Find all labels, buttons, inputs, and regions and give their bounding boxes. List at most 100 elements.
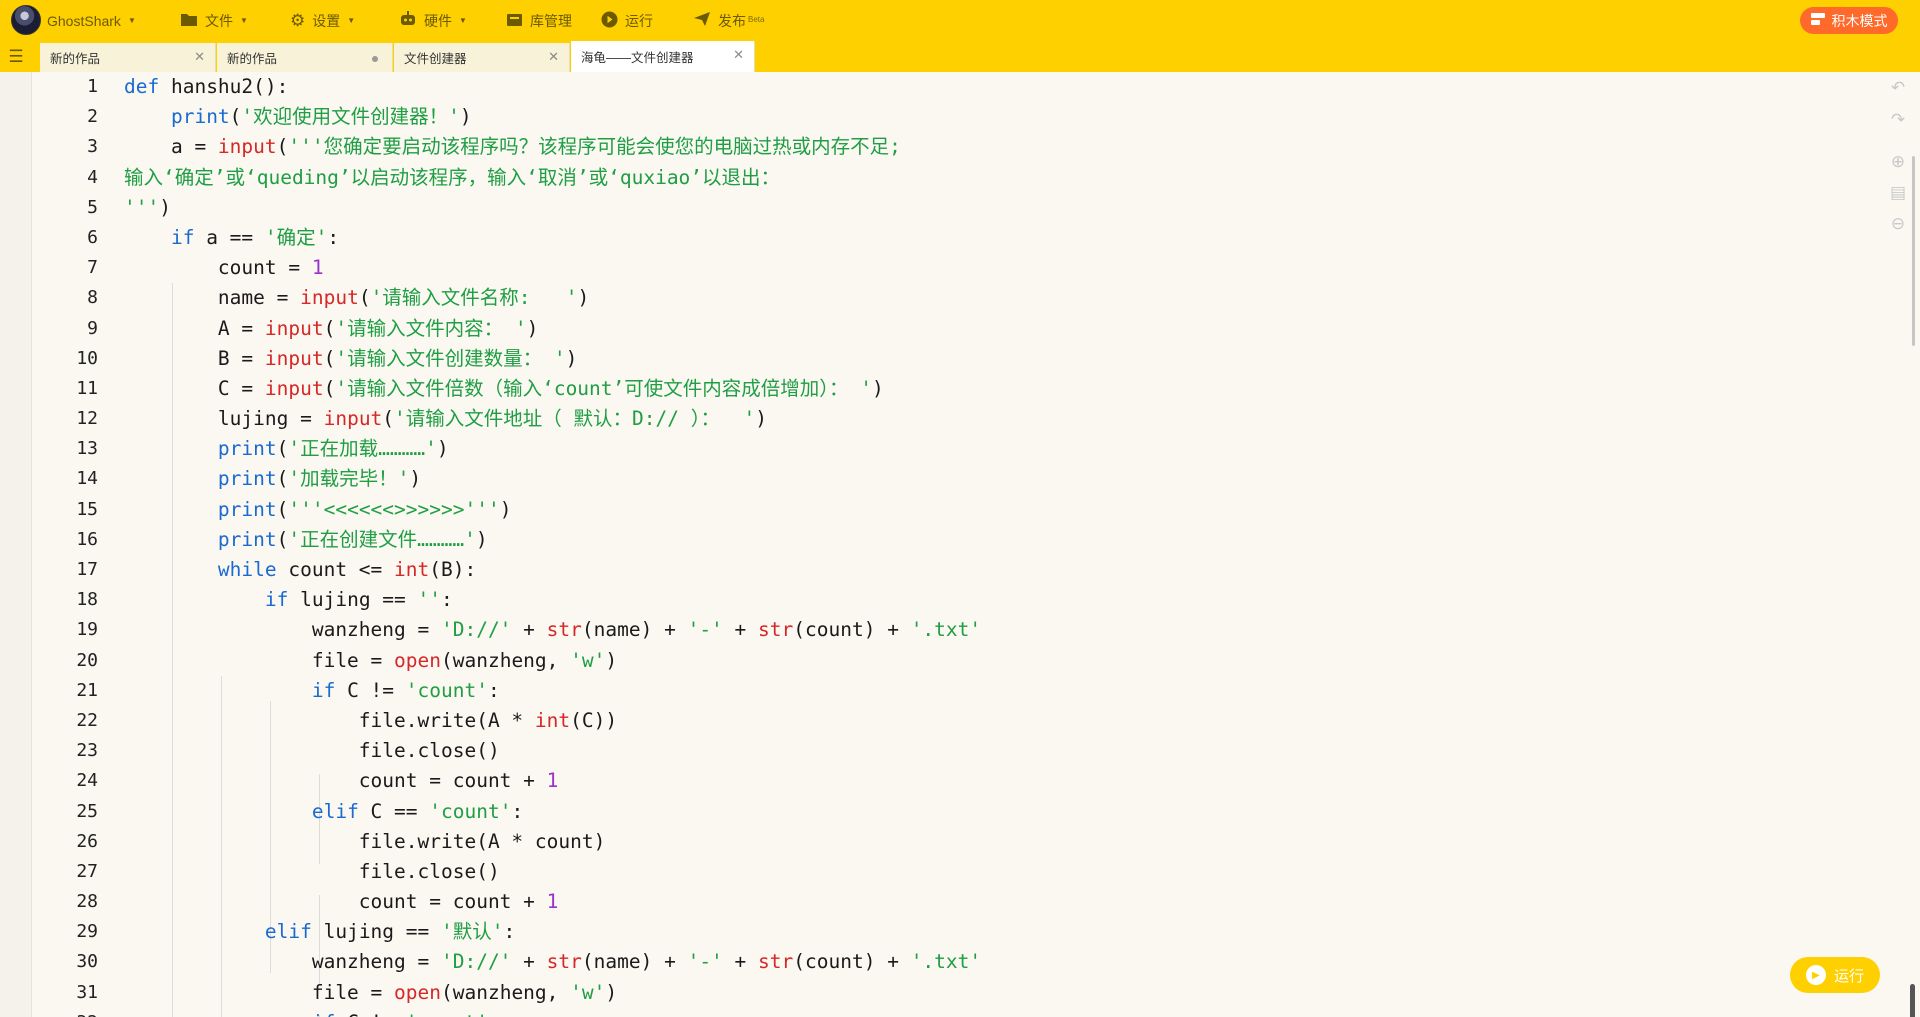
vertical-scrollbar-thumb[interactable]	[1910, 984, 1915, 1017]
unsaved-dot-icon	[372, 56, 378, 62]
line-number: 30	[76, 951, 98, 973]
play-icon	[601, 11, 618, 31]
code-line[interactable]: count = count + 1	[124, 887, 1880, 917]
line-number: 16	[76, 528, 98, 550]
close-icon[interactable]: ✕	[194, 50, 205, 63]
line-number: 12	[76, 408, 98, 430]
close-icon[interactable]: ✕	[548, 50, 559, 63]
top-bar: GhostShark ▼ 文件 ▼ ⚙ 设置 ▼ 硬件 ▼ 库管理 运行 发布 …	[0, 0, 1920, 41]
tab-file-creator[interactable]: 文件创建器 ✕	[394, 43, 570, 72]
line-number: 5	[87, 196, 98, 218]
code-line[interactable]: name = input('请输入文件名称: ')	[124, 283, 1880, 313]
code-line[interactable]: file = open(wanzheng, 'w')	[124, 646, 1880, 676]
app-name: GhostShark	[47, 12, 121, 29]
line-number: 3	[87, 136, 98, 158]
line-number: 8	[87, 287, 98, 309]
code-line[interactable]: print('正在创建文件…………')	[124, 525, 1880, 555]
run-button-label: 运行	[1833, 967, 1864, 985]
menu-lines-icon: ☰	[8, 46, 24, 66]
line-number: 31	[76, 981, 98, 1003]
editor-side-strip	[0, 72, 32, 1017]
line-number: 13	[76, 438, 98, 460]
menu-file-label: 文件	[205, 12, 233, 29]
line-number: 29	[76, 921, 98, 943]
code-line[interactable]: if C != 'count':	[124, 676, 1880, 706]
run-button[interactable]: ▶ 运行	[1790, 957, 1880, 993]
code-line[interactable]: 输入‘确定’或‘queding’以启动该程序，输入‘取消’或‘quxiao’以退…	[124, 163, 1880, 193]
line-number: 15	[76, 498, 98, 520]
undo-icon[interactable]: ↶	[1888, 78, 1908, 98]
code-line[interactable]: count = 1	[124, 253, 1880, 283]
code-line[interactable]: if lujing == '':	[124, 585, 1880, 615]
tab-turtle-file-creator[interactable]: 海龟——文件创建器 ✕	[571, 41, 755, 72]
tab-new-work-2[interactable]: 新的作品	[217, 43, 393, 72]
tab-label: 文件创建器	[404, 52, 467, 66]
minimap-scrollbar[interactable]	[1912, 156, 1915, 346]
zoom-out-icon[interactable]: ⊖	[1888, 214, 1908, 234]
code-line[interactable]: wanzheng = 'D://' + str(name) + '-' + st…	[124, 615, 1880, 645]
menu-publish-label: 发布	[718, 12, 746, 29]
code-line[interactable]: file.write(A * count)	[124, 827, 1880, 857]
code-line[interactable]: file.write(A * int(C))	[124, 706, 1880, 736]
beta-badge: Beta	[748, 14, 765, 24]
line-number: 22	[76, 709, 98, 731]
tab-new-work-1[interactable]: 新的作品 ✕	[40, 43, 216, 72]
menu-settings-label: 设置	[312, 12, 341, 29]
blocks-icon	[1810, 12, 1825, 29]
line-number: 4	[87, 166, 98, 188]
code-line[interactable]: C = input('请输入文件倍数（输入‘count’可使文件内容成倍增加）：…	[124, 374, 1880, 404]
menu-hardware[interactable]: 硬件 ▼	[399, 0, 467, 41]
sidebar-toggle[interactable]: ☰	[0, 41, 32, 72]
code-line[interactable]: if a == '确定':	[124, 223, 1880, 253]
app-name-menu[interactable]: GhostShark ▼	[47, 0, 136, 41]
menu-settings[interactable]: ⚙ 设置 ▼	[290, 0, 355, 41]
chevron-down-icon: ▼	[127, 16, 136, 25]
send-icon	[693, 11, 711, 30]
format-icon[interactable]: ▤	[1888, 183, 1908, 203]
menu-library[interactable]: 库管理	[506, 0, 572, 41]
line-number: 1	[87, 76, 98, 97]
menu-run[interactable]: 运行	[601, 0, 653, 41]
code-editor[interactable]: 1 2 3 4 5 6 7 8 9 10 11 12 13 14 15 16 17 18 19 20 21 22 23 24 2…	[0, 72, 1920, 1017]
menu-publish[interactable]: 发布 Beta	[693, 0, 764, 41]
code-line[interactable]: a = input('''您确定要启动该程序吗？该程序可能会使您的电脑过热或内存…	[124, 132, 1880, 162]
chevron-down-icon: ▼	[459, 16, 467, 25]
tab-bar: ☰ 新的作品 ✕ 新的作品 文件创建器 ✕ 海龟——文件创建器 ✕	[0, 41, 1920, 72]
code-line[interactable]: B = input('请输入文件创建数量： ')	[124, 344, 1880, 374]
code-line[interactable]: print('加载完毕！')	[124, 464, 1880, 494]
tab-label: 新的作品	[227, 52, 278, 66]
user-avatar[interactable]	[11, 5, 41, 35]
code-line[interactable]: ''')	[124, 193, 1880, 223]
code-line[interactable]: while count <= int(B):	[124, 555, 1880, 585]
line-number: 7	[87, 257, 98, 279]
tab-label: 海龟——文件创建器	[581, 51, 694, 65]
code-line[interactable]: print('欢迎使用文件创建器！')	[124, 102, 1880, 132]
code-line[interactable]: A = input('请输入文件内容： ')	[124, 314, 1880, 344]
line-number: 28	[76, 891, 98, 913]
code-line[interactable]: file = open(wanzheng, 'w')	[124, 978, 1880, 1008]
code-content[interactable]: def hanshu2(): print('欢迎使用文件创建器！') a = i…	[124, 72, 1880, 1017]
code-line[interactable]: lujing = input('请输入文件地址（ 默认：D:// ）： ')	[124, 404, 1880, 434]
zoom-in-icon[interactable]: ⊕	[1888, 152, 1908, 172]
code-line[interactable]: print('正在加载…………')	[124, 434, 1880, 464]
code-line[interactable]: count = count + 1	[124, 766, 1880, 796]
line-number: 2	[87, 106, 98, 128]
redo-icon[interactable]: ↷	[1888, 110, 1908, 130]
code-line[interactable]: elif C == 'count':	[124, 797, 1880, 827]
code-line[interactable]: if C != 'count':	[124, 1008, 1880, 1017]
library-icon	[506, 12, 523, 30]
blocks-mode-button[interactable]: 积木模式	[1800, 7, 1898, 34]
line-number: 6	[87, 226, 98, 248]
code-line[interactable]: def hanshu2():	[124, 72, 1880, 102]
code-line[interactable]: file.close()	[124, 736, 1880, 766]
line-number: 9	[87, 317, 98, 339]
code-line[interactable]: print('''<<<<<<>>>>>>''')	[124, 495, 1880, 525]
code-line[interactable]: wanzheng = 'D://' + str(name) + '-' + st…	[124, 947, 1880, 977]
code-line[interactable]: file.close()	[124, 857, 1880, 887]
menu-file[interactable]: 文件 ▼	[180, 0, 248, 41]
close-icon[interactable]: ✕	[733, 48, 744, 61]
tab-label: 新的作品	[50, 52, 101, 66]
line-number: 23	[76, 740, 98, 762]
robot-icon	[399, 11, 417, 30]
code-line[interactable]: elif lujing == '默认':	[124, 917, 1880, 947]
